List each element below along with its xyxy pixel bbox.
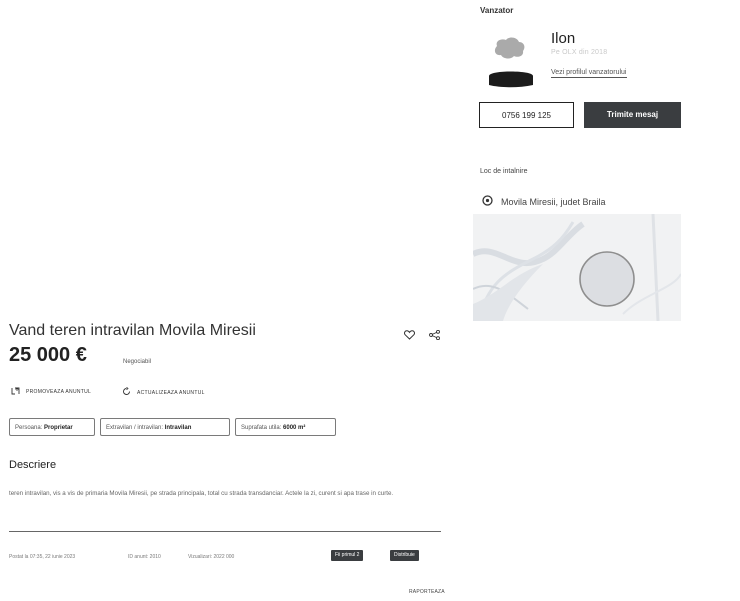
send-message-button[interactable]: Trimite mesaj bbox=[584, 102, 681, 128]
view-count: Vizualizari: 2022 000 bbox=[188, 554, 235, 560]
refresh-ad-action[interactable]: ACTUALIZEAZA ANUNTUL bbox=[122, 386, 205, 398]
promote-ad-action[interactable]: PROMOVEAZA ANUNTUL bbox=[11, 387, 91, 397]
location-heading: Loc de intalnire bbox=[480, 168, 528, 175]
badge-distribuie[interactable]: Distribuie bbox=[390, 550, 419, 561]
listing-price: 25 000 € bbox=[9, 344, 87, 366]
share-icon[interactable] bbox=[429, 327, 440, 345]
refresh-icon bbox=[122, 386, 131, 398]
listing-title: Vand teren intravilan Movila Miresii bbox=[9, 322, 256, 339]
tag-persoana[interactable]: Persoana: Proprietar bbox=[9, 418, 95, 436]
promote-ad-label: PROMOVEAZA ANUNTUL bbox=[26, 389, 92, 395]
description-heading: Descriere bbox=[9, 459, 57, 471]
report-link[interactable]: RAPORTEAZA bbox=[409, 589, 445, 595]
seller-profile-link[interactable]: Vezi profilul vanzatorului bbox=[551, 69, 627, 78]
show-phone-button[interactable]: 0756 199 125 bbox=[479, 102, 574, 128]
posted-date: Postat la 07:35, 22 iunie 2023 bbox=[9, 554, 76, 560]
description-body: teren intravilan, vis a vis de primaria … bbox=[9, 490, 394, 497]
seller-name[interactable]: Ilon bbox=[551, 30, 575, 47]
listing-id: ID anunt: 2010 bbox=[128, 554, 161, 560]
promote-icon bbox=[11, 387, 20, 397]
location-text: Movila Miresii, judet Braila bbox=[501, 197, 606, 207]
location-map[interactable] bbox=[473, 214, 681, 321]
negotiable-label: Negociabil bbox=[123, 359, 152, 365]
seller-avatar bbox=[487, 32, 535, 90]
location-row: Movila Miresii, judet Braila bbox=[482, 193, 606, 211]
location-pin-icon bbox=[482, 193, 493, 211]
seller-member-since: Pe OLX din 2018 bbox=[551, 49, 608, 56]
badge-fii-primul[interactable]: Fii primul 2 bbox=[331, 550, 364, 561]
tag-suprafata[interactable]: Suprafata utila: 6000 m² bbox=[235, 418, 336, 436]
refresh-ad-label: ACTUALIZEAZA ANUNTUL bbox=[137, 389, 205, 396]
divider bbox=[9, 531, 441, 532]
tag-intravilan[interactable]: Extravilan / intravilan: Intravilan bbox=[100, 418, 230, 436]
favorite-heart-icon[interactable] bbox=[404, 327, 415, 345]
seller-heading: Vanzator bbox=[480, 6, 514, 15]
